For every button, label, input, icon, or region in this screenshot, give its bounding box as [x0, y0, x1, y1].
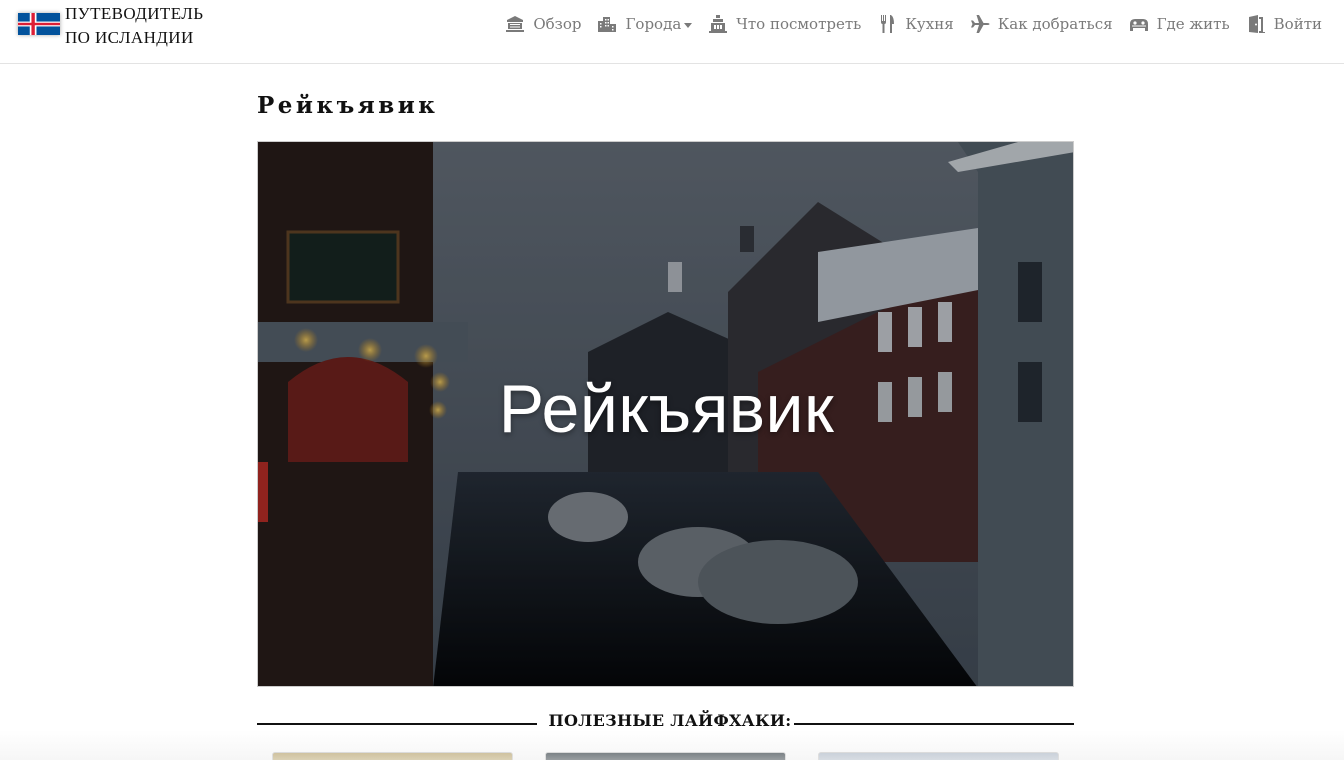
lifehack-card-2[interactable] [545, 752, 786, 760]
door-icon [1248, 15, 1265, 33]
nav-label: Как добраться [997, 15, 1113, 33]
landmark-icon [506, 16, 525, 32]
nav-item-login[interactable]: Войти [1246, 11, 1322, 37]
top-navbar: ПУТЕВОДИТЕЛЬ ПО ИСЛАНДИИ Обзор Города Чт… [0, 0, 1344, 64]
chevron-down-icon [684, 22, 693, 28]
section-title: ПОЛЕЗНЫЕ ЛАЙФХАКИ: [547, 711, 792, 730]
brand-title-line2: ПО ИСЛАНДИИ [65, 28, 194, 47]
nav-label: Что посмотреть [736, 15, 862, 33]
plane-icon [970, 15, 990, 33]
brand-title-line1: ПУТЕВОДИТЕЛЬ [65, 4, 204, 23]
nav-label: Войти [1273, 15, 1322, 33]
hero-image: Рейкъявик [257, 141, 1074, 687]
lifehack-card-3[interactable] [818, 752, 1059, 760]
lifehacks-section-header: ПОЛЕЗНЫЕ ЛАЙФХАКИ: [257, 711, 1074, 737]
nav-label: Кухня [905, 15, 954, 33]
city-icon [598, 17, 617, 32]
nav-label: Обзор [533, 15, 582, 33]
monument-icon [709, 15, 728, 33]
utensils-icon [881, 15, 895, 33]
brand-logo[interactable] [18, 0, 60, 48]
page-title: Рейкъявик [257, 92, 439, 119]
hero-caption: Рейкъявик [498, 371, 835, 447]
hotel-icon [1129, 19, 1148, 31]
main-menu: Обзор Города Что посмотреть Кухня Как до… [489, 11, 1322, 37]
divider-line [794, 723, 1074, 725]
lifehack-cards [272, 752, 1062, 760]
nav-item-getting-there[interactable]: Как добраться [970, 11, 1113, 37]
divider-line [257, 723, 537, 725]
nav-item-accommodation[interactable]: Где жить [1129, 11, 1230, 37]
brand-title[interactable]: ПУТЕВОДИТЕЛЬ ПО ИСЛАНДИИ [65, 2, 235, 50]
nav-item-sights[interactable]: Что посмотреть [708, 11, 861, 37]
nav-item-cities[interactable]: Города [597, 11, 693, 37]
nav-item-cuisine[interactable]: Кухня [877, 11, 954, 37]
nav-item-overview[interactable]: Обзор [505, 11, 581, 37]
iceland-flag-icon [18, 13, 60, 35]
nav-label: Где жить [1156, 15, 1230, 33]
section-title-text: ПОЛЕЗНЫЕ ЛАЙФХАКИ: [548, 711, 792, 730]
lifehack-card-1[interactable] [272, 752, 513, 760]
nav-label: Города [625, 15, 682, 33]
